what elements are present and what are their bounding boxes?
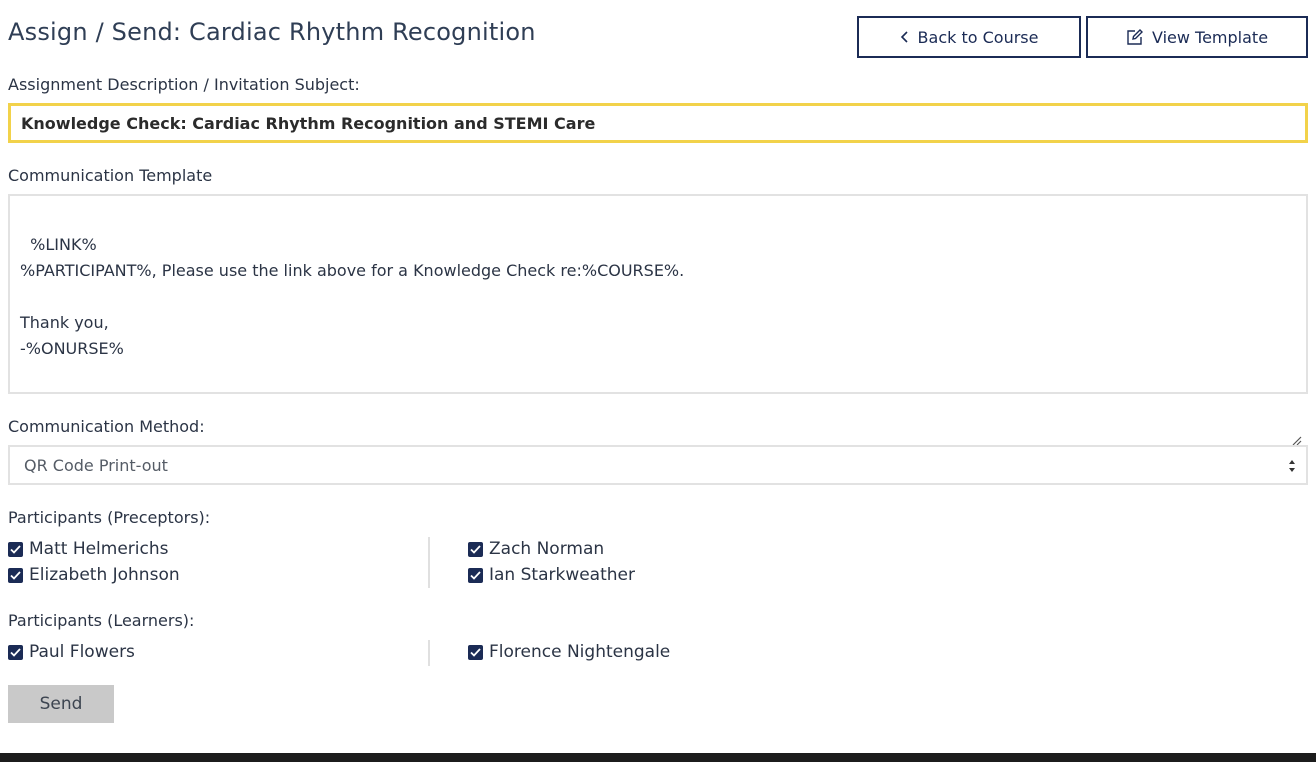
participant-checkbox[interactable]: Ian Starkweather (468, 565, 635, 585)
participant-name: Zach Norman (489, 539, 605, 559)
participant-name: Ian Starkweather (489, 565, 635, 585)
column-divider (428, 537, 430, 588)
checkbox-checked-icon[interactable] (8, 541, 23, 557)
method-label: Communication Method: (8, 417, 205, 436)
checkbox-checked-icon[interactable] (8, 644, 23, 660)
resize-handle-icon[interactable] (1290, 376, 1302, 446)
participant-checkbox[interactable]: Florence Nightengale (468, 642, 670, 662)
template-label: Communication Template (8, 166, 213, 185)
back-to-course-label: Back to Course (917, 27, 1039, 47)
edit-icon (1126, 28, 1144, 46)
send-button[interactable]: Send (8, 685, 114, 723)
checkbox-checked-icon[interactable] (468, 567, 483, 583)
participant-checkbox[interactable]: Elizabeth Johnson (8, 565, 180, 585)
method-select[interactable]: QR Code Print-out (8, 445, 1308, 485)
participant-name: Florence Nightengale (489, 642, 671, 662)
participant-name: Elizabeth Johnson (29, 565, 180, 585)
subject-input[interactable] (8, 103, 1308, 143)
checkbox-checked-icon[interactable] (8, 567, 23, 583)
participant-name: Paul Flowers (29, 642, 135, 662)
chevron-left-icon (900, 30, 910, 44)
back-to-course-button[interactable]: Back to Course (857, 16, 1081, 58)
participant-checkbox[interactable]: Paul Flowers (8, 642, 135, 662)
preceptors-label: Participants (Preceptors): (8, 508, 211, 527)
footer-bar (0, 753, 1316, 762)
view-template-button[interactable]: View Template (1086, 16, 1308, 58)
participant-name: Matt Helmerichs (29, 539, 169, 559)
participant-checkbox[interactable]: Zach Norman (468, 539, 604, 559)
learners-label: Participants (Learners): (8, 611, 195, 630)
page-title: Assign / Send: Cardiac Rhythm Recognitio… (8, 18, 536, 46)
template-text: %LINK% %PARTICIPANT%, Please use the lin… (20, 235, 685, 358)
checkbox-checked-icon[interactable] (468, 644, 483, 660)
participant-checkbox[interactable]: Matt Helmerichs (8, 539, 169, 559)
subject-label: Assignment Description / Invitation Subj… (8, 75, 360, 94)
template-textarea[interactable]: %LINK% %PARTICIPANT%, Please use the lin… (8, 194, 1308, 446)
method-selected-value: QR Code Print-out (24, 455, 168, 475)
checkbox-checked-icon[interactable] (468, 541, 483, 557)
select-arrows-icon (1288, 458, 1296, 472)
view-template-label: View Template (1151, 27, 1269, 47)
column-divider (428, 640, 430, 666)
